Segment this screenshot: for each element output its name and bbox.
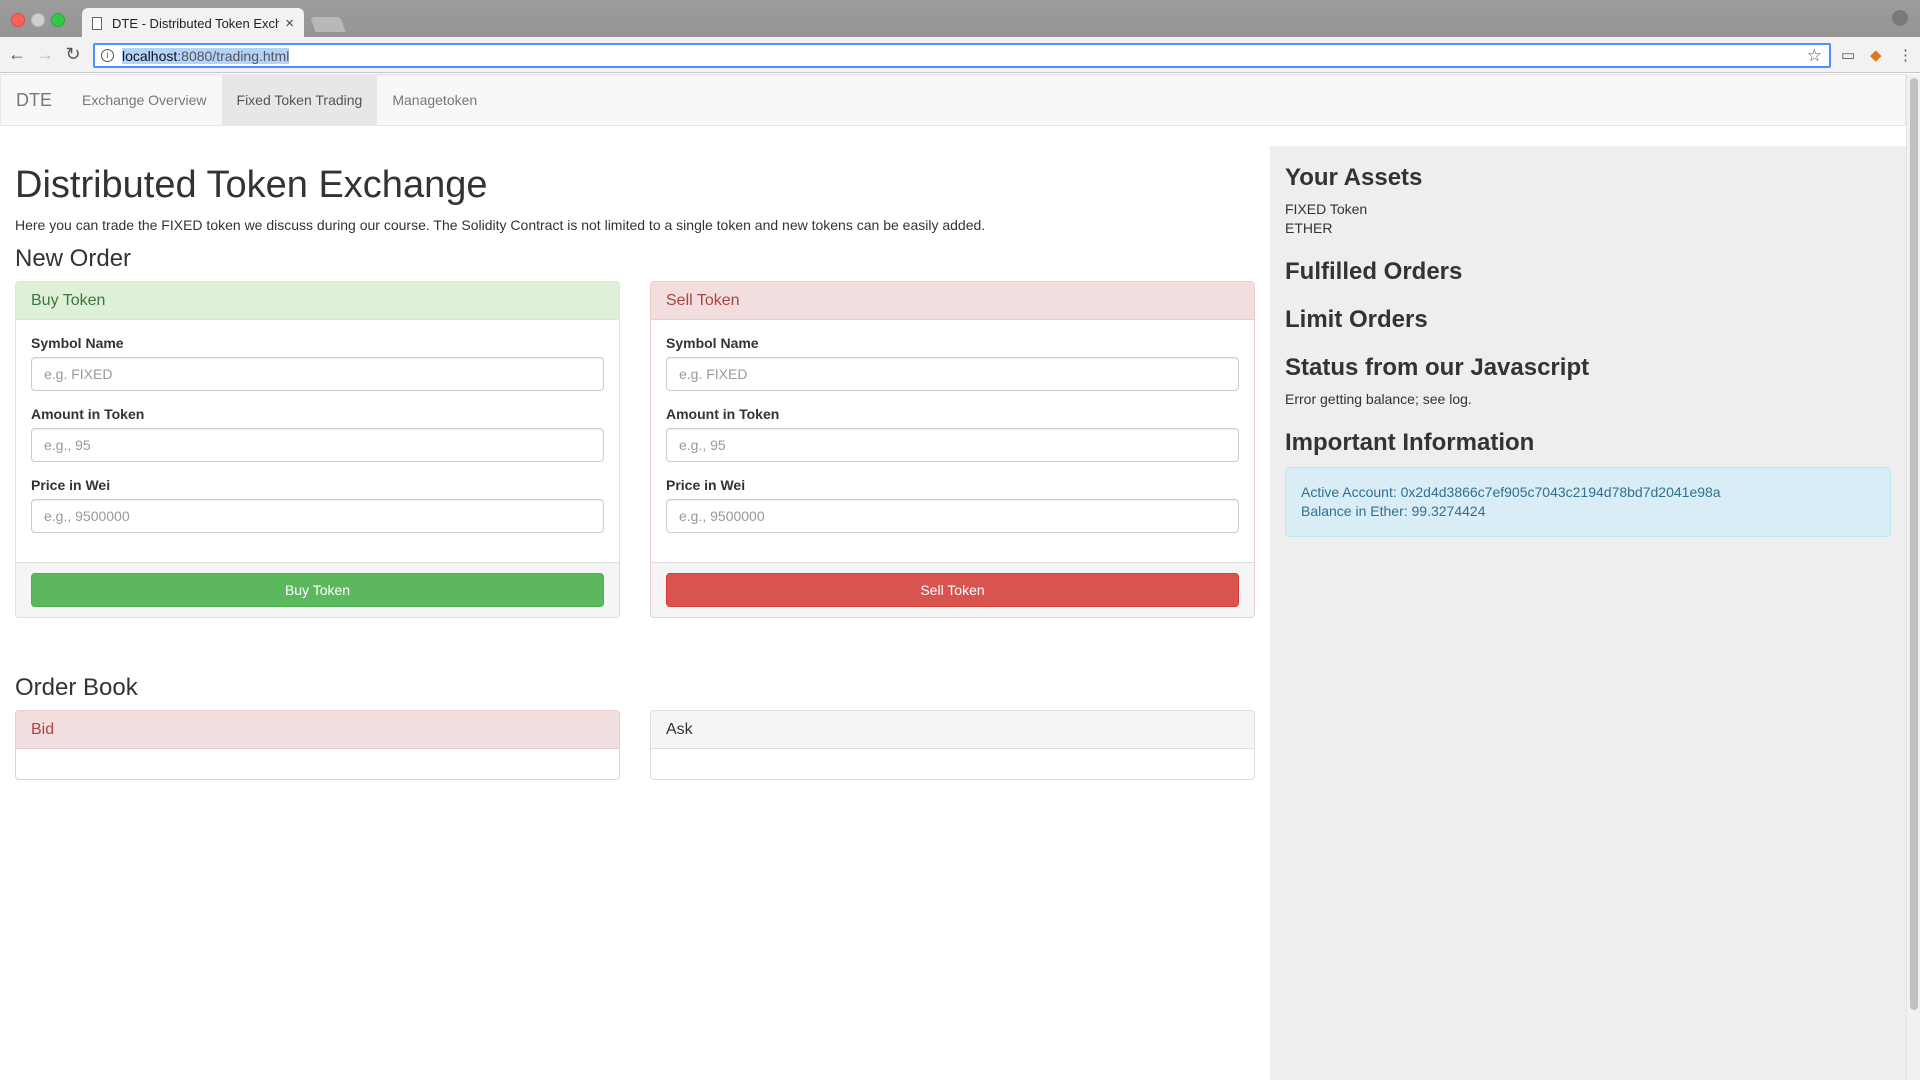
close-icon[interactable]: × [285, 15, 294, 32]
sell-token-panel: Sell Token Symbol Name Amount in Token P… [650, 281, 1255, 618]
limit-orders-heading: Limit Orders [1285, 306, 1428, 333]
sell-amount-input[interactable] [666, 428, 1239, 462]
buy-panel-body: Symbol Name Amount in Token Price in Wei [16, 320, 619, 562]
buy-token-button[interactable]: Buy Token [31, 573, 604, 607]
bid-list [16, 749, 619, 779]
buy-token-panel: Buy Token Symbol Name Amount in Token Pr… [15, 281, 620, 618]
sell-amount-group: Amount in Token [666, 406, 1239, 462]
profile-icon[interactable] [1892, 10, 1908, 26]
account-info-alert: Active Account: 0x2d4d3866c7ef905c7043c2… [1285, 467, 1891, 537]
sell-panel-heading: Sell Token [651, 282, 1254, 320]
sell-token-button[interactable]: Sell Token [666, 573, 1239, 607]
nav-managetoken[interactable]: Managetoken [377, 75, 492, 125]
ask-heading: Ask [651, 711, 1254, 749]
fulfilled-orders-heading: Fulfilled Orders [1285, 258, 1463, 285]
asset-item: ETHER [1285, 220, 1333, 236]
url-host: localhost [122, 47, 178, 64]
url-path: :8080/trading.html [177, 47, 290, 64]
buy-panel-footer: Buy Token [16, 562, 619, 617]
bid-panel: Bid [15, 710, 620, 780]
sell-panel-footer: Sell Token [651, 562, 1254, 617]
sell-panel-body: Symbol Name Amount in Token Price in Wei [651, 320, 1254, 562]
buy-price-input[interactable] [31, 499, 604, 533]
buy-symbol-group: Symbol Name [31, 335, 604, 391]
star-icon[interactable]: ☆ [1807, 46, 1822, 66]
back-arrow-icon[interactable]: ← [6, 43, 28, 65]
buy-symbol-label: Symbol Name [31, 335, 124, 351]
sell-price-group: Price in Wei [666, 477, 1239, 533]
new-order-panels: Buy Token Symbol Name Amount in Token Pr… [15, 281, 1255, 618]
buy-amount-group: Amount in Token [31, 406, 604, 462]
nav-fixed-token-trading[interactable]: Fixed Token Trading [221, 75, 378, 125]
scrollbar-thumb[interactable] [1910, 78, 1918, 1010]
cast-icon[interactable]: ▭ [1841, 46, 1855, 64]
window-zoom-icon[interactable] [51, 13, 65, 27]
ask-list [651, 749, 1254, 779]
tab-title: DTE - Distributed Token Exchange [112, 15, 280, 31]
status-text: Error getting balance; see log. [1285, 391, 1472, 407]
bid-heading: Bid [16, 711, 619, 749]
balance-ether: Balance in Ether: 99.3274424 [1301, 503, 1486, 519]
sell-symbol-input[interactable] [666, 357, 1239, 391]
navbar-brand[interactable]: DTE [1, 75, 67, 125]
page-scrollbar[interactable] [1906, 74, 1920, 1080]
buy-panel-heading: Buy Token [16, 282, 619, 320]
forward-arrow-icon[interactable]: → [34, 43, 56, 65]
buy-symbol-input[interactable] [31, 357, 604, 391]
ask-panel: Ask [650, 710, 1255, 780]
sell-price-label: Price in Wei [666, 477, 746, 493]
status-heading: Status from our Javascript [1285, 354, 1590, 381]
window-close-icon[interactable] [11, 13, 25, 27]
sidebar: Your Assets FIXED Token ETHER Fulfilled … [1270, 146, 1906, 1080]
document-icon [92, 16, 102, 30]
new-order-heading: New Order [15, 245, 132, 272]
order-book-panels: Bid Ask [15, 710, 1255, 780]
menu-dots-icon[interactable]: ⋮ [1898, 46, 1913, 64]
browser-toolbar: ← → ↻ i localhost:8080/trading.html ☆ ▭ … [0, 37, 1920, 73]
assets-list: FIXED Token ETHER [1285, 200, 1891, 238]
browser-tab[interactable]: DTE - Distributed Token Exchange × [82, 8, 304, 38]
buy-price-label: Price in Wei [31, 477, 111, 493]
nav-exchange-overview[interactable]: Exchange Overview [67, 75, 222, 125]
buy-amount-input[interactable] [31, 428, 604, 462]
window-minimize-icon[interactable] [31, 13, 45, 27]
important-info-heading: Important Information [1285, 429, 1535, 456]
main-content: Distributed Token Exchange Here you can … [15, 126, 1255, 780]
order-book-heading: Order Book [15, 674, 138, 701]
buy-price-group: Price in Wei [31, 477, 604, 533]
sell-symbol-label: Symbol Name [666, 335, 759, 351]
sell-symbol-group: Symbol Name [666, 335, 1239, 391]
sell-price-input[interactable] [666, 499, 1239, 533]
asset-item: FIXED Token [1285, 201, 1368, 217]
buy-amount-label: Amount in Token [31, 406, 145, 422]
metamask-fox-icon[interactable]: ◆ [1870, 46, 1882, 64]
new-tab-button[interactable] [310, 17, 346, 32]
assets-heading: Your Assets [1285, 164, 1423, 191]
reload-icon[interactable]: ↻ [62, 43, 84, 65]
page-title: Distributed Token Exchange [15, 164, 488, 206]
sell-amount-label: Amount in Token [666, 406, 780, 422]
address-bar[interactable]: i localhost:8080/trading.html ☆ [93, 43, 1831, 68]
info-icon[interactable]: i [101, 49, 114, 62]
page-viewport: DTE Exchange Overview Fixed Token Tradin… [0, 74, 1906, 1080]
top-navbar: DTE Exchange Overview Fixed Token Tradin… [0, 74, 1906, 126]
intro-text: Here you can trade the FIXED token we di… [15, 217, 986, 233]
active-account: Active Account: 0x2d4d3866c7ef905c7043c2… [1301, 484, 1721, 500]
browser-tabstrip: DTE - Distributed Token Exchange × [0, 0, 1920, 38]
